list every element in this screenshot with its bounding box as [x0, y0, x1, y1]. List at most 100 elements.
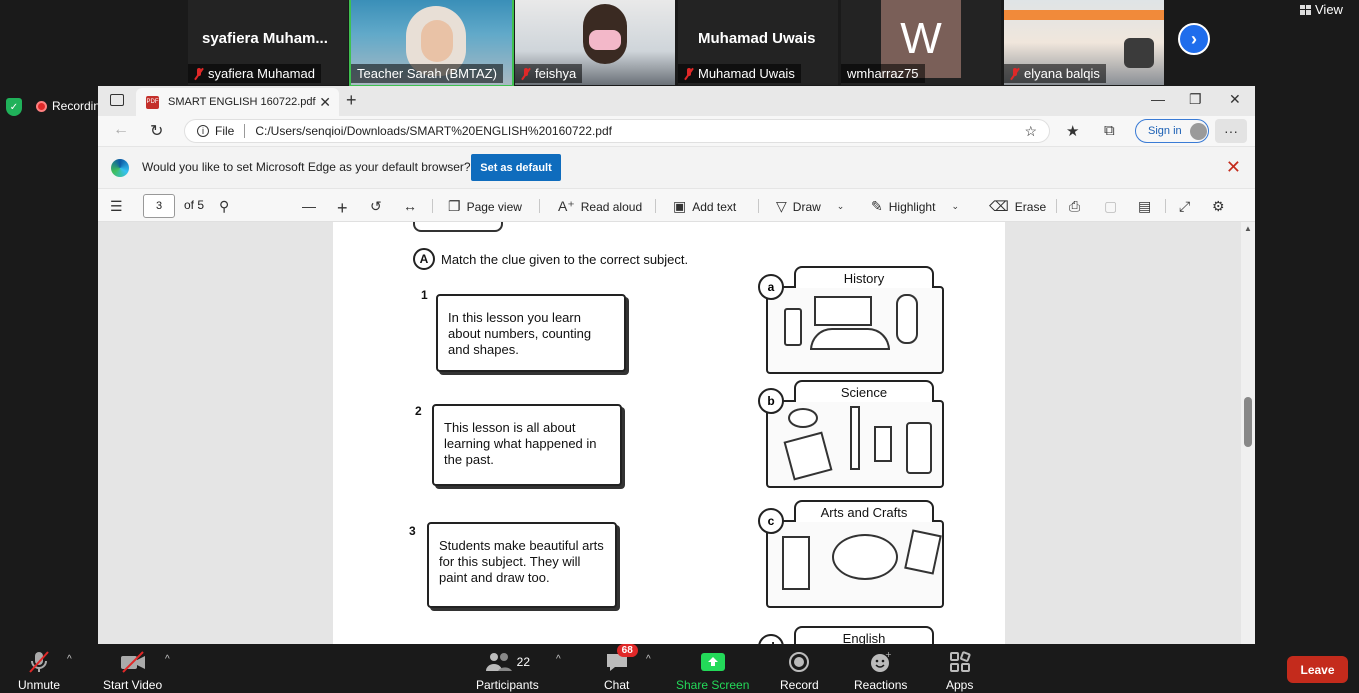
table-of-contents-icon[interactable]: ☰ [110, 198, 123, 215]
url-text[interactable]: C:/Users/senqioi/Downloads/SMART%20ENGLI… [255, 124, 612, 138]
participants-icon: 22 [485, 650, 530, 674]
save-as-icon[interactable]: ▤ [1138, 198, 1151, 215]
subject-name: History [794, 266, 934, 288]
zoom-out-icon[interactable]: — [302, 198, 316, 214]
tab-actions-icon[interactable] [110, 94, 124, 106]
participant-tile-teacher-sarah[interactable]: Teacher Sarah (BMTAZ) [349, 0, 514, 87]
page-number-input[interactable]: 3 [143, 194, 175, 218]
reactions-button[interactable]: + Reactions [854, 650, 907, 692]
chat-button[interactable]: 68 Chat [604, 644, 638, 692]
save-icon[interactable]: ▢ [1104, 198, 1117, 215]
zoom-meeting-window: syafiera Muham... syafiera Muhamad Teach… [0, 0, 1359, 693]
edge-browser-window: PDF SMART ENGLISH 160722.pdf ✕ + — ❐ ✕ ←… [98, 86, 1255, 644]
pdf-file-icon: PDF [146, 95, 159, 109]
start-video-button[interactable]: Start Video [103, 650, 162, 692]
leave-meeting-button[interactable]: Leave [1287, 656, 1348, 683]
subject-letter: b [758, 388, 784, 414]
zoom-in-icon[interactable]: + [337, 198, 348, 219]
read-aloud-label: Read aloud [580, 199, 643, 214]
participant-nameplate: Muhamad Uwais [678, 64, 801, 83]
read-aloud-button[interactable]: A⁺ Read aloud [558, 198, 642, 215]
search-icon[interactable]: ⚲ [219, 198, 229, 215]
record-icon [788, 650, 810, 674]
audio-options-chevron-icon[interactable]: ^ [67, 654, 72, 665]
address-bar[interactable]: i File C:/Users/senqioi/Downloads/SMART%… [184, 119, 1050, 143]
close-infobar-icon[interactable]: ✕ [1226, 157, 1241, 178]
info-icon[interactable]: i [197, 125, 209, 137]
divider [1056, 199, 1057, 213]
view-label: View [1315, 2, 1343, 17]
fit-page-icon[interactable]: ↔ [403, 198, 417, 214]
page-view-button[interactable]: ❐ Page view [448, 198, 522, 215]
share-screen-label: Share Screen [676, 678, 750, 692]
pdf-page: A Match the clue given to the correct su… [333, 222, 1005, 644]
next-participants-button[interactable]: › [1178, 23, 1210, 55]
add-text-icon: ▣ [673, 198, 687, 214]
record-button[interactable]: Record [780, 650, 819, 692]
participant-tile-uwais[interactable]: Muhamad Uwais Muhamad Uwais [678, 0, 838, 85]
pdf-viewer[interactable]: A Match the clue given to the correct su… [98, 222, 1241, 644]
refresh-icon[interactable]: ↻ [150, 121, 163, 141]
chevron-down-icon[interactable]: ⌄ [951, 201, 959, 212]
back-arrow-icon[interactable]: ← [113, 121, 129, 139]
set-as-default-button[interactable]: Set as default [471, 154, 561, 181]
draw-label: Draw [792, 199, 821, 214]
erase-button[interactable]: ⌫ Erase [989, 198, 1046, 215]
favorites-icon[interactable]: ★ [1066, 122, 1079, 140]
apps-icon [949, 650, 971, 674]
scroll-thumb[interactable] [1244, 397, 1252, 447]
chat-label: Chat [604, 678, 630, 692]
chevron-down-icon[interactable]: ⌄ [837, 201, 845, 212]
sign-in-label: Sign in [1148, 125, 1182, 137]
svg-text:+: + [885, 651, 892, 659]
print-icon[interactable]: ⎙ [1069, 198, 1080, 215]
close-window-button[interactable]: ✕ [1229, 91, 1241, 108]
subject-illustration [766, 400, 944, 488]
participants-options-chevron-icon[interactable]: ^ [556, 654, 561, 665]
pdf-toolbar: ☰ 3 of 5 ⚲ — + ↺ ↔ ❐ Page view A⁺ Read a… [98, 188, 1255, 222]
recording-dot-icon [36, 100, 47, 112]
pdf-scrollbar[interactable]: ▲ [1241, 222, 1255, 644]
apps-button[interactable]: Apps [946, 650, 973, 692]
highlight-label: Highlight [888, 199, 936, 214]
chat-options-chevron-icon[interactable]: ^ [646, 654, 651, 665]
participants-count: 22 [516, 655, 531, 669]
participant-tile-syafiera[interactable]: syafiera Muham... syafiera Muhamad [188, 0, 348, 85]
unmute-button[interactable]: Unmute [18, 650, 60, 692]
zoom-control-bar: Unmute ^ Start Video ^ 22 Participants ^… [0, 644, 1359, 693]
participant-tile-wmharraz75[interactable]: W wmharraz75 [841, 0, 1001, 85]
scroll-up-icon[interactable]: ▲ [1244, 224, 1252, 233]
subject-name: English [794, 626, 934, 644]
minimize-button[interactable]: — [1151, 91, 1165, 107]
address-bar-row: ← ↻ i File C:/Users/senqioi/Downloads/SM… [98, 116, 1255, 146]
collections-icon[interactable]: ⧉ [1104, 122, 1115, 139]
clue-number: 3 [409, 524, 416, 538]
close-tab-icon[interactable]: ✕ [319, 94, 331, 111]
page-total: of 5 [184, 198, 205, 212]
highlight-button[interactable]: ✎ Highlight ⌄ [871, 198, 959, 215]
participants-button[interactable]: 22 Participants [476, 650, 539, 692]
draw-button[interactable]: ▽ Draw ⌄ [776, 198, 844, 215]
participant-tile-feishya[interactable]: feishya [515, 0, 675, 85]
restore-button[interactable]: ❐ [1189, 91, 1202, 108]
new-tab-button[interactable]: + [346, 90, 357, 111]
tab-pdf[interactable]: PDF SMART ENGLISH 160722.pdf ✕ [136, 88, 339, 116]
more-options-button[interactable]: ··· [1215, 119, 1247, 143]
question-heading: A Match the clue given to the correct su… [413, 248, 688, 270]
video-options-chevron-icon[interactable]: ^ [165, 654, 170, 665]
sign-in-button[interactable]: Sign in [1135, 119, 1209, 143]
fullscreen-icon[interactable]: ⤢ [1179, 198, 1190, 215]
participant-tile-elyana[interactable]: elyana balqis [1004, 0, 1164, 85]
rotate-icon[interactable]: ↺ [370, 198, 382, 215]
add-text-button[interactable]: ▣ Add text [673, 198, 736, 215]
video-strip: syafiera Muham... syafiera Muhamad Teach… [0, 0, 1359, 87]
favorite-star-icon[interactable]: ☆ [1024, 123, 1037, 140]
participant-nameplate: feishya [515, 64, 583, 83]
eraser-icon: ⌫ [989, 198, 1009, 214]
view-button[interactable]: View [1300, 2, 1343, 17]
settings-gear-icon[interactable]: ⚙ [1212, 198, 1225, 215]
muted-mic-icon [1010, 67, 1020, 80]
share-screen-button[interactable]: Share Screen [676, 650, 749, 692]
default-browser-prompt: Would you like to set Microsoft Edge as … [142, 160, 471, 174]
security-shield-icon[interactable]: ✓ [6, 98, 22, 116]
